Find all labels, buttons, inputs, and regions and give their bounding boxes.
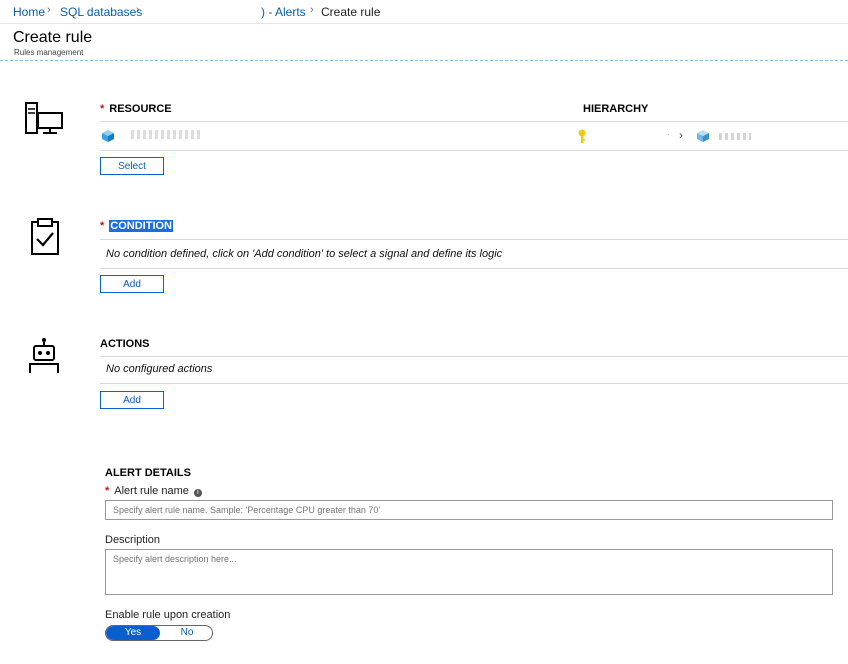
hierarchy-name-redacted [719, 133, 751, 140]
required-asterisk: * [100, 103, 105, 115]
actions-header-divider [100, 356, 848, 357]
add-action-button[interactable]: Add [100, 391, 164, 409]
hierarchy-label: HIERARCHY [583, 103, 649, 115]
chevron-right-icon: › [310, 4, 314, 16]
resource-name-redacted [131, 130, 201, 139]
toggle-yes-option[interactable]: Yes [106, 626, 160, 640]
breadcrumb-current: Create rule [321, 5, 381, 19]
alert-rule-name-input[interactable] [105, 500, 833, 520]
condition-label: * CONDITION [100, 220, 174, 232]
cube-icon [102, 130, 114, 142]
add-condition-button[interactable]: Add [100, 275, 164, 293]
condition-empty-text: No condition defined, click on 'Add cond… [106, 248, 503, 260]
enable-rule-label: Enable rule upon creation [105, 609, 231, 621]
robot-icon [29, 338, 59, 373]
actions-row-divider [100, 383, 848, 384]
select-resource-button[interactable]: Select [100, 157, 164, 175]
breadcrumb-alerts-link[interactable]: ) - Alerts [261, 5, 306, 19]
actions-label: ACTIONS [100, 338, 150, 350]
enable-rule-toggle[interactable]: Yes No [105, 625, 213, 641]
condition-label-text: CONDITION [109, 220, 174, 232]
alert-details-heading: ALERT DETAILS [105, 467, 191, 479]
condition-header-divider [100, 239, 848, 240]
clipboard-check-icon [31, 218, 59, 255]
page-title: Create rule [13, 29, 93, 46]
chevron-right-icon: › [136, 4, 140, 16]
resource-row-divider [100, 150, 848, 151]
computer-icon [25, 102, 63, 134]
hierarchy-dot: · [667, 130, 670, 139]
title-divider [0, 60, 848, 61]
actions-empty-text: No configured actions [106, 363, 213, 375]
breadcrumb-home-link[interactable]: Home [13, 5, 45, 19]
breadcrumb: Home › SQL databases › ) - Alerts › Crea… [0, 0, 848, 24]
resource-label: * RESOURCE [100, 103, 172, 115]
required-asterisk: * [100, 220, 105, 232]
alert-rule-name-label: * Alert rule name i [105, 485, 202, 497]
page-subtitle: Rules management [14, 48, 84, 57]
description-textarea[interactable] [105, 549, 833, 595]
key-icon [578, 129, 586, 143]
resource-header-divider [100, 121, 848, 122]
chevron-right-icon: › [679, 128, 683, 142]
info-icon[interactable]: i [193, 489, 202, 497]
breadcrumb-sql-databases-link[interactable]: SQL databases [60, 5, 142, 19]
toggle-no-option[interactable]: No [160, 626, 212, 640]
description-label: Description [105, 534, 161, 546]
resource-label-text: RESOURCE [109, 103, 172, 115]
required-asterisk: * [105, 485, 110, 497]
chevron-right-icon: › [47, 4, 51, 16]
condition-row-divider [100, 268, 848, 269]
alert-rule-name-label-text: Alert rule name [114, 485, 189, 497]
cube-icon [697, 130, 709, 142]
